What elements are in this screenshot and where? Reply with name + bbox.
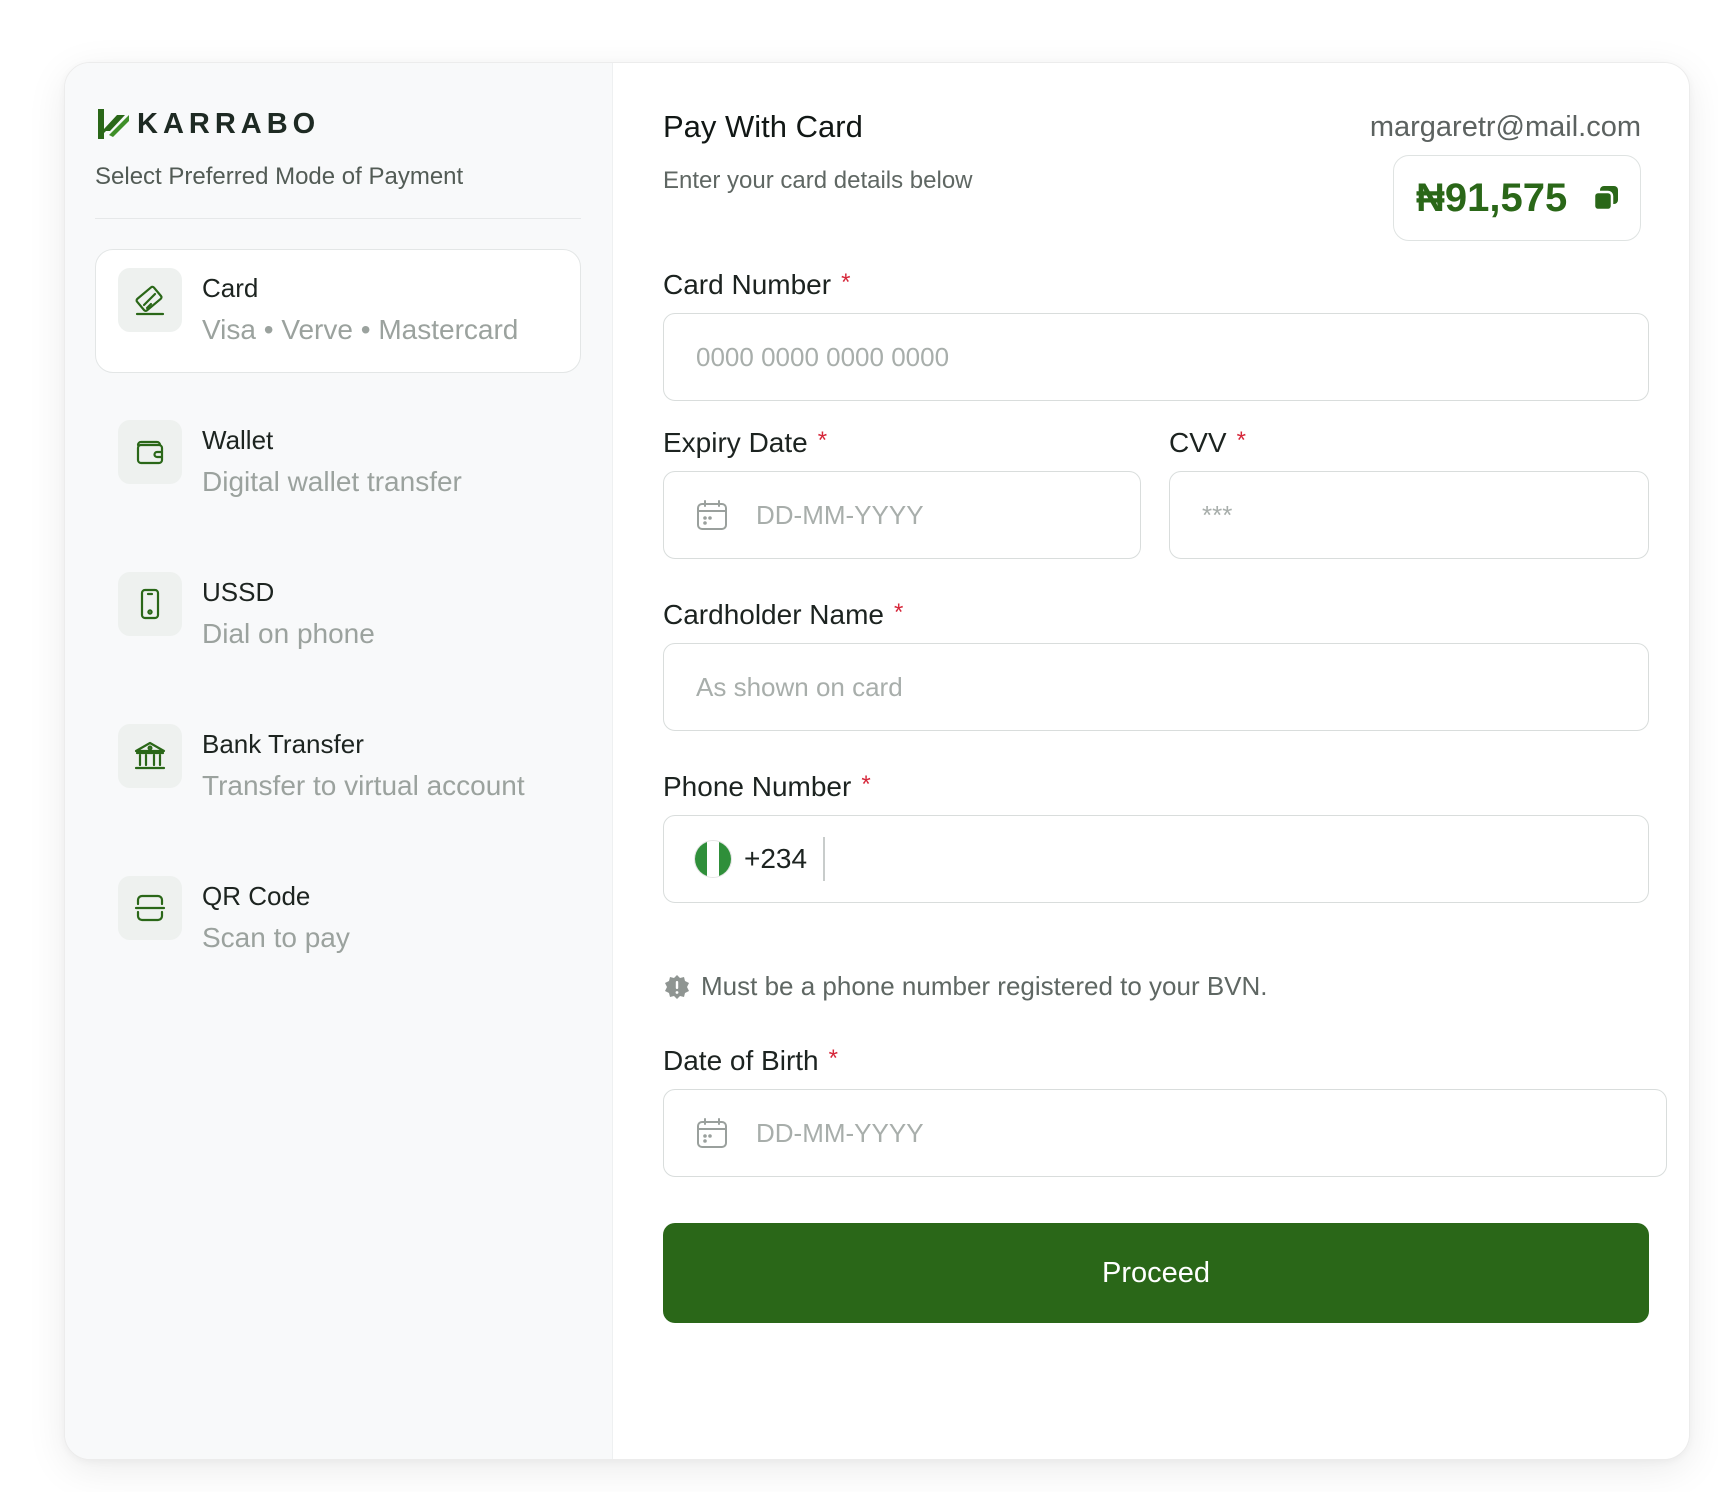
calendar-icon[interactable] (694, 1115, 730, 1151)
card-icon (118, 268, 182, 332)
expiry-date-input[interactable] (754, 498, 1140, 532)
bank-icon (118, 724, 182, 788)
payment-method-list: Card Visa • Verve • Mastercard Wallet Di… (95, 249, 581, 1009)
alert-badge-icon (665, 974, 689, 999)
calendar-icon[interactable] (694, 497, 730, 533)
method-title: Wallet (202, 425, 274, 455)
label-text: Card Number (663, 269, 832, 300)
required-mark: * (861, 771, 871, 798)
country-code[interactable]: +234 (744, 843, 807, 875)
label-text: Cardholder Name (663, 599, 884, 630)
payment-method-sidebar: KARRABO Select Preferred Mode of Payment… (65, 63, 613, 1459)
method-subtitle: Scan to pay (202, 922, 350, 953)
phone-icon (118, 572, 182, 636)
card-brand-verve: Verve (281, 314, 353, 345)
required-mark: * (828, 1045, 838, 1072)
phone-number-field[interactable]: +234 (663, 815, 1649, 903)
payment-modal: KARRABO Select Preferred Mode of Payment… (64, 62, 1690, 1460)
page-subtitle: Enter your card details below (663, 167, 973, 194)
payment-method-qr-code[interactable]: QR Code Scan to pay (95, 857, 581, 981)
card-number-label: Card Number * (663, 269, 850, 301)
phone-number-input[interactable] (840, 842, 1648, 876)
cvv-input[interactable] (1200, 498, 1648, 532)
brand-name: KARRABO (137, 107, 321, 140)
method-subtitle: Digital wallet transfer (202, 466, 462, 497)
label-text: Phone Number (663, 771, 852, 802)
page-title: Pay With Card (663, 109, 863, 144)
brand: KARRABO (95, 107, 320, 141)
separator-dot: • (360, 314, 371, 345)
cardholder-name-label: Cardholder Name * (663, 599, 903, 631)
payment-method-ussd[interactable]: USSD Dial on phone (95, 553, 581, 677)
label-text: Expiry Date (663, 427, 808, 458)
card-number-input[interactable] (694, 340, 1648, 374)
label-text: CVV (1169, 427, 1227, 458)
sidebar-subtitle: Select Preferred Mode of Payment (95, 163, 464, 190)
payment-method-bank-transfer[interactable]: Bank Transfer Transfer to virtual accoun… (95, 705, 581, 829)
cardholder-name-input[interactable] (694, 670, 1648, 704)
cvv-label: CVV * (1169, 427, 1246, 459)
expiry-date-label: Expiry Date * (663, 427, 827, 459)
method-title: QR Code (202, 881, 311, 911)
card-payment-form: Pay With Card Enter your card details be… (613, 63, 1689, 1459)
karrabo-logo-icon (98, 109, 129, 139)
hint-text: Must be a phone number registered to you… (701, 971, 1268, 1001)
method-title: USSD (202, 577, 275, 607)
method-subtitle: Visa • Verve • Mastercard (202, 314, 518, 346)
customer-email: margaretr@mail.com (1369, 111, 1641, 143)
copy-icon[interactable] (1591, 183, 1621, 213)
method-title: Bank Transfer (202, 729, 364, 759)
card-number-field[interactable] (663, 313, 1649, 401)
wallet-icon (118, 420, 182, 484)
payment-method-card[interactable]: Card Visa • Verve • Mastercard (95, 249, 581, 373)
required-mark: * (1236, 427, 1246, 454)
proceed-button[interactable]: Proceed (663, 1223, 1649, 1323)
date-of-birth-input[interactable] (754, 1116, 1666, 1150)
card-brand-mastercard: Mastercard (378, 314, 519, 345)
qr-code-icon (118, 876, 182, 940)
cvv-field[interactable] (1169, 471, 1649, 559)
method-subtitle: Dial on phone (202, 618, 375, 649)
divider (95, 218, 581, 219)
expiry-date-field[interactable] (663, 471, 1141, 559)
amount-display: ₦91,575 (1393, 155, 1641, 241)
phone-number-label: Phone Number * (663, 771, 871, 803)
phone-hint: Must be a phone number registered to you… (663, 971, 1268, 1002)
label-text: Date of Birth (663, 1045, 819, 1076)
required-mark: * (894, 599, 904, 626)
payment-amount: ₦91,575 (1416, 175, 1568, 220)
date-of-birth-field[interactable] (663, 1089, 1667, 1177)
required-mark: * (841, 269, 851, 296)
separator-dot: • (263, 314, 274, 345)
cardholder-name-field[interactable] (663, 643, 1649, 731)
method-subtitle: Transfer to virtual account (202, 770, 525, 801)
date-of-birth-label: Date of Birth * (663, 1045, 838, 1077)
card-brand-visa: Visa (202, 314, 256, 345)
nigeria-flag-icon[interactable] (694, 840, 732, 878)
payment-method-wallet[interactable]: Wallet Digital wallet transfer (95, 401, 581, 525)
divider (823, 837, 825, 881)
required-mark: * (817, 427, 828, 454)
method-title: Card (202, 273, 259, 303)
